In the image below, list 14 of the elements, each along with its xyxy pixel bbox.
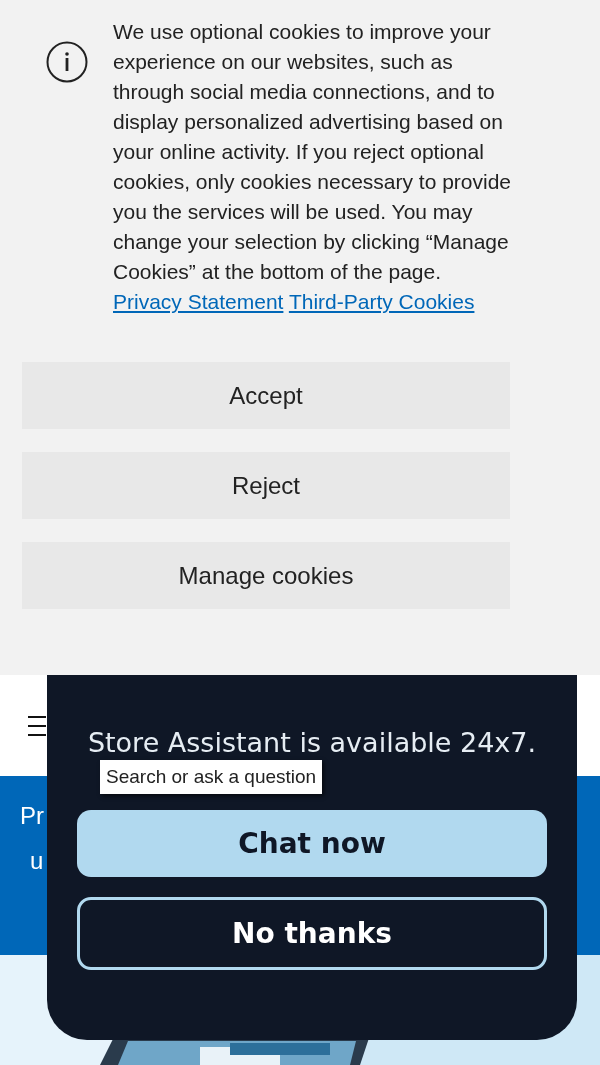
privacy-link[interactable]: Privacy Statement — [113, 290, 284, 313]
promo-text: u — [29, 846, 44, 876]
chat-now-button[interactable]: Chat now — [77, 810, 547, 877]
menu-icon[interactable] — [28, 714, 46, 737]
accept-button[interactable]: Accept — [22, 362, 510, 429]
promo-text: Pr — [20, 801, 44, 831]
tooltip: Search or ask a question — [100, 760, 323, 794]
reject-button[interactable]: Reject — [22, 452, 510, 519]
no-thanks-button[interactable]: No thanks — [77, 897, 547, 970]
manage-cookies-button[interactable]: Manage cookies — [22, 542, 510, 609]
cookies-link[interactable]: Third-Party Cookies — [288, 290, 475, 313]
cookie-message: We use optional cookies to improve your experience on our websites, such as through social media connections, and to display personalized advertising based on your online activity. If you reject optional cookies, only cookies necessary to provide you the services will be used. You may change your selection by clicking “Manage Cookies” at the bottom of the page. Privacy Statement Third-Party Cookies — [113, 19, 513, 315]
info-icon — [46, 41, 88, 83]
dialog-subtitle: Store Assistant is available 24x7. — [87, 726, 537, 760]
